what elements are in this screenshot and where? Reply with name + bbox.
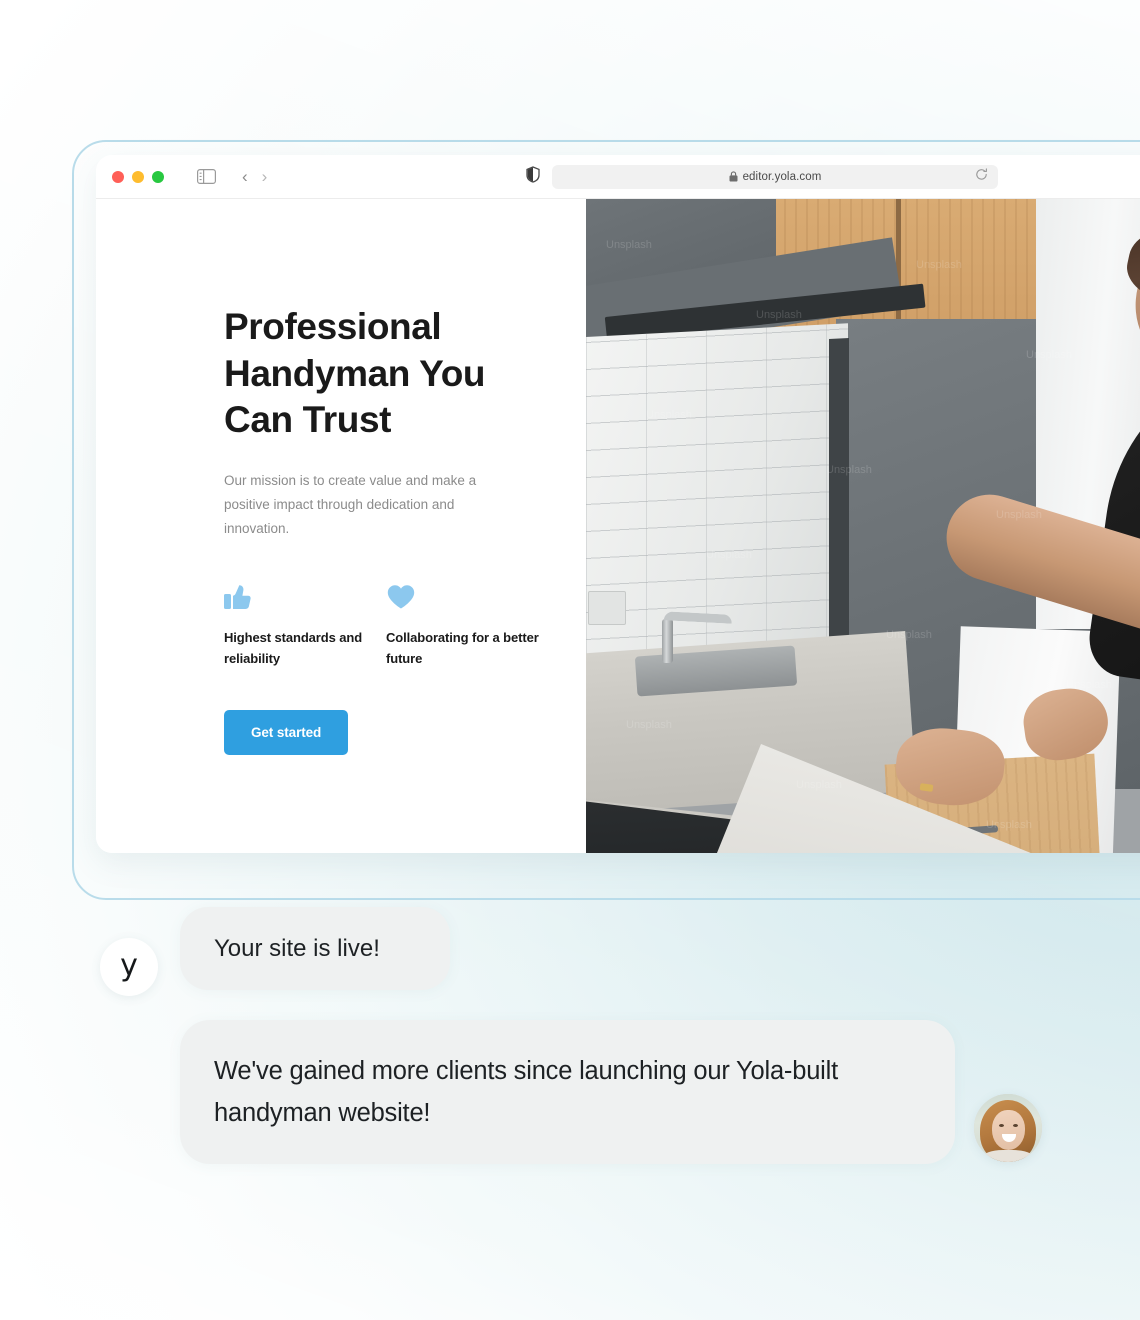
wall-outlet	[588, 591, 626, 625]
handyman-figure	[836, 199, 1140, 853]
close-window-button[interactable]	[112, 170, 124, 183]
reload-icon[interactable]	[975, 167, 988, 186]
website-preview: Professional Handyman You Can Trust Our …	[96, 199, 1140, 853]
faucet-base	[662, 619, 673, 663]
feature-label: Highest standards and reliability	[224, 629, 363, 667]
url-text: editor.yola.com	[742, 170, 822, 183]
chat-bubble-testimonial: We've gained more clients since launchin…	[180, 1020, 955, 1165]
avatar-eye-left	[999, 1124, 1004, 1127]
chevron-right-icon[interactable]: ›	[262, 168, 268, 185]
lock-icon	[729, 171, 738, 182]
browser-window: ‹ › editor.yola.com Professional Handyma…	[96, 155, 1140, 853]
thumbs-up-icon	[224, 583, 386, 613]
maximize-window-button[interactable]	[152, 170, 164, 183]
get-started-button[interactable]: Get started	[224, 709, 349, 755]
window-controls	[112, 170, 164, 183]
page-title: Professional Handyman You Can Trust	[224, 306, 486, 441]
shield-icon[interactable]	[526, 165, 540, 188]
customer-avatar	[974, 1094, 1042, 1162]
minimize-window-button[interactable]	[132, 170, 144, 183]
hero-photo: Unsplash Unsplash Unsplash Unsplash Unsp…	[586, 199, 1140, 853]
yola-brand-avatar: y	[100, 938, 158, 996]
avatar-shoulders	[982, 1150, 1034, 1162]
chat-message-text: We've gained more clients since launchin…	[214, 1057, 838, 1128]
navigation-buttons: ‹ ›	[242, 168, 267, 185]
chevron-left-icon[interactable]: ‹	[242, 168, 248, 185]
avatar-face	[992, 1110, 1025, 1150]
hero-text-column: Professional Handyman You Can Trust Our …	[96, 199, 586, 853]
feature-list: Highest standards and reliability Collab…	[224, 583, 586, 670]
feature-item-collaboration: Collaborating for a better future	[386, 583, 548, 670]
heart-icon	[386, 583, 548, 613]
feature-label: Collaborating for a better future	[386, 629, 539, 667]
yola-logo-letter: y	[120, 947, 138, 983]
feature-item-standards: Highest standards and reliability	[224, 583, 386, 670]
man-hand-right	[1019, 683, 1113, 765]
sidebar-icon[interactable]	[196, 169, 216, 185]
address-bar[interactable]: editor.yola.com	[552, 164, 998, 189]
browser-toolbar: ‹ › editor.yola.com	[96, 155, 1140, 199]
man-hand-left	[892, 723, 1008, 811]
chat-bubble-site-live: Your site is live!	[180, 907, 450, 991]
hero-subtitle: Our mission is to create value and make …	[224, 472, 477, 536]
chat-message-text: Your site is live!	[214, 935, 380, 962]
avatar-eye-right	[1013, 1124, 1018, 1127]
